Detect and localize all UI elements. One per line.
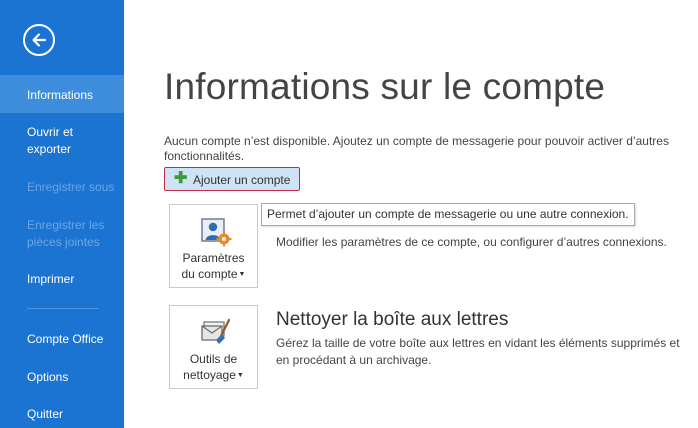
account-settings-tile[interactable]: Paramètres du compte▼ [169,204,258,288]
dropdown-caret-icon: ▼ [236,371,244,379]
nav-item-label: Imprimer [27,272,75,286]
cleanup-tools-icon [201,318,231,344]
nav-item-label: Quitter [27,407,64,421]
nav-item-enregistrer-sous: Enregistrer sous [0,179,124,196]
nav-item-informations[interactable]: Informations [0,75,124,113]
backstage-sidebar: Informations Ouvrir et exporter Enregist… [0,0,124,428]
cleanup-tools-tile[interactable]: Outils de nettoyage▼ [169,305,258,389]
account-settings-label-line1: Paramètres [182,251,245,265]
back-arrow-icon [32,33,47,47]
account-settings-description: Modifier les paramètres de ce compte, ou… [276,235,667,249]
add-account-label: Ajouter un compte [193,173,291,187]
no-account-description: Aucun compte n’est disponible. Ajoutez u… [164,134,669,163]
nav-item-quitter[interactable]: Quitter [0,406,124,423]
nav-item-label: Informations [27,88,94,102]
cleanup-description: Gérez la taille de votre boîte aux lettr… [276,336,680,367]
nav-item-compte-office[interactable]: Compte Office [0,331,124,348]
page-title: Informations sur le compte [164,66,606,107]
dropdown-caret-icon: ▼ [238,270,246,278]
nav-item-enregistrer-pieces-jointes: Enregistrer les pièces jointes [0,217,124,251]
nav-item-label: Enregistrer sous [27,180,115,194]
nav-separator [27,308,99,309]
nav-item-label: Compte Office [27,332,104,346]
account-settings-icon [201,218,232,247]
cleanup-tools-label-line2: nettoyage▼ [183,368,244,382]
nav-item-label: Enregistrer les pièces jointes [27,218,105,249]
nav-item-label: Options [27,370,69,384]
nav-item-imprimer[interactable]: Imprimer [0,271,124,288]
plus-icon: ✚ [174,170,188,187]
nav-item-ouvrir-exporter[interactable]: Ouvrir et exporter [0,124,124,158]
nav-item-label: Ouvrir et exporter [27,125,74,156]
nav-item-options[interactable]: Options [0,369,124,386]
add-account-button[interactable]: ✚ Ajouter un compte [164,167,300,191]
cleanup-tools-label-line1: Outils de [189,352,238,366]
cleanup-section-title: Nettoyer la boîte aux lettres [276,309,509,330]
add-account-tooltip: Permet d’ajouter un compte de messagerie… [261,203,635,226]
back-button[interactable] [23,24,55,56]
account-settings-label-line2: du compte▼ [181,267,246,281]
